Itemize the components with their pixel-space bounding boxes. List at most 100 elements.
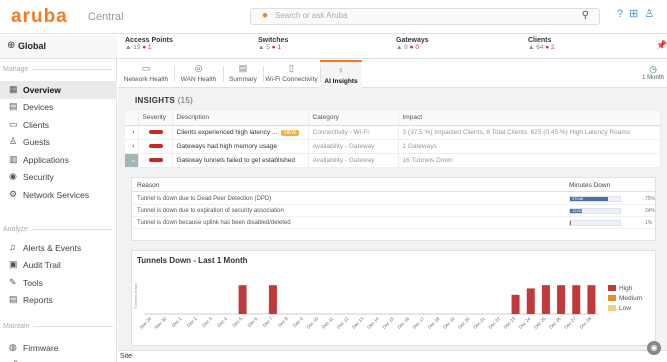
legend-swatch — [608, 285, 616, 292]
stat-gateways[interactable]: Gateways ▲ 8 ● 0 — [396, 37, 429, 51]
stat-counts: ▲ 64 ● 2 — [528, 44, 555, 51]
sidebar-item-overview[interactable]: ▦ Overview — [0, 81, 117, 99]
insight-row[interactable]: › Gateways had high memory usage Availabil… — [125, 139, 661, 154]
sidebar-item-applications[interactable]: ▥ Applications — [0, 151, 117, 169]
sidebar-item-audit-trail[interactable]: ▣ Audit Trail — [0, 256, 117, 274]
search-box[interactable]: ● Search or ask Aruba ⚲ — [250, 8, 600, 25]
insight-description[interactable]: Clients experienced high latency ... — [177, 129, 278, 136]
category-cell: Connectivity - Wi-Fi — [308, 125, 399, 140]
severity-high-indicator — [148, 129, 163, 134]
legend-item-high[interactable]: High — [608, 285, 642, 295]
chevron-right-icon[interactable]: › — [125, 139, 139, 154]
legend-label: Low — [619, 305, 631, 312]
tab-ai-insights[interactable]: ♀ AI Insights — [320, 60, 362, 88]
legend-item-low[interactable]: Low — [608, 305, 642, 315]
section-analyze: Analyze — [3, 226, 112, 233]
insight-description[interactable]: Gateway tunnels failed to get establishe… — [177, 157, 296, 164]
time-range-selector[interactable]: ◷ 1 Month — [641, 64, 665, 81]
column-header-impact[interactable]: Impact — [398, 111, 661, 126]
stat-label: Clients — [528, 37, 552, 44]
sidebar-item-security[interactable]: ◉ Security — [0, 168, 117, 186]
legend-item-medium[interactable]: Medium — [608, 295, 642, 305]
detail-column-minutes: Minutes Down — [569, 182, 611, 189]
minutes-down-fill: 15267 — [570, 208, 583, 213]
bar-high — [526, 288, 535, 314]
insight-description[interactable]: Gateways had high memory usage — [177, 143, 277, 150]
tab-wan-health[interactable]: ◎ WAN Health — [174, 60, 223, 88]
chevron-right-icon[interactable]: › — [125, 125, 139, 140]
device-stats-bar: Access Points ▲ 19 ● 1 Switches ▲ 5 ● 1 Gate… — [118, 35, 667, 59]
section-manage: Manage — [3, 66, 112, 73]
detail-column-reason: Reason — [137, 182, 160, 189]
column-header-severity[interactable]: Severity — [138, 111, 173, 126]
help-chat-icon[interactable]: ◉ — [647, 341, 661, 355]
tab-label: AI Insights — [324, 78, 358, 85]
sidebar-item-clients[interactable]: ▭ Clients — [0, 116, 117, 134]
column-header-description[interactable]: Description — [172, 111, 309, 126]
insight-row[interactable]: ⌄ Gateway tunnels failed to get establish… — [125, 153, 661, 168]
severity-high-indicator — [148, 143, 163, 148]
globe-icon: ⊕ — [7, 40, 16, 51]
minutes-down-bar: 15267 — [569, 208, 621, 214]
sidebar-item-tools[interactable]: ✎ Tools — [0, 274, 117, 292]
stat-switches[interactable]: Switches ▲ 5 ● 1 — [258, 37, 288, 51]
sidebar-item-label: Devices — [23, 102, 54, 112]
minutes-down-fill — [570, 221, 571, 225]
insights-header: INSIGHTS (15) — [135, 96, 193, 105]
tools-icon: ✎ — [9, 277, 17, 287]
pin-icon[interactable]: 📌 — [656, 40, 667, 51]
chevron-down-icon[interactable]: ⌄ — [125, 153, 139, 168]
aruba-logo[interactable]: aruba — [11, 6, 68, 28]
user-icon[interactable]: ♙ — [644, 8, 654, 20]
sidebar-item-devices[interactable]: ▤ Devices — [0, 98, 117, 116]
tab-wi-fi-connectivity[interactable]: ▯ Wi-Fi Connectivity — [263, 60, 320, 88]
x-tick-label: Dec 8 — [277, 316, 289, 328]
tab-network-health[interactable]: ▭ Network Health — [118, 60, 174, 88]
security-icon: ◉ — [9, 171, 17, 181]
insight-row[interactable]: › Clients experienced high latency ... NEW… — [125, 125, 661, 140]
expand-column-header — [125, 111, 139, 126]
search-input[interactable]: Search or ask Aruba — [275, 11, 347, 20]
minutes-down-bar — [569, 220, 621, 226]
x-tick-label: Dec 7 — [262, 316, 274, 328]
tab-summary[interactable]: ▤ Summary — [223, 60, 263, 88]
sidebar-item-alerts-events[interactable]: ♫ Alerts & Events — [0, 239, 117, 257]
x-tick-label: Dec 22 — [488, 316, 502, 330]
sidebar-item-label: Guests — [23, 137, 50, 147]
minutes-down-percent: 75% — [645, 196, 656, 202]
reason-text: Tunnel is down because uplink has been d… — [137, 220, 291, 226]
description-cell: Gateways had high memory usage — [172, 139, 309, 154]
stat-access-points[interactable]: Access Points ▲ 19 ● 1 — [125, 37, 173, 51]
site-label: Site — [120, 353, 133, 360]
x-tick-label: Dec 24 — [518, 316, 532, 330]
sidebar-item-label: Security — [23, 172, 54, 182]
sidebar-item-reports[interactable]: ▤ Reports — [0, 291, 117, 309]
x-tick-label: Dec 17 — [412, 316, 426, 330]
reason-text: Tunnel is down due to expiration of secu… — [137, 208, 284, 214]
reason-row: Tunnel is down due to expiration of secu… — [132, 205, 655, 217]
new-badge: NEW — [281, 129, 299, 136]
applications-icon: ▥ — [9, 154, 18, 164]
reason-text: Tunnel is down due to Dead Peer Detectio… — [137, 196, 272, 202]
severity-high-indicator — [148, 157, 163, 162]
legend-swatch — [608, 305, 616, 312]
stat-clients[interactable]: Clients ▲ 64 ● 2 — [528, 37, 555, 51]
context-selector[interactable]: ⊕ Global — [0, 35, 117, 59]
sidebar-item-network-services[interactable]: ⚙ Network Services — [0, 186, 117, 204]
stat-counts: ▲ 19 ● 1 — [125, 44, 173, 51]
stat-down-count: ● 2 — [545, 44, 555, 51]
sidebar-item-guests[interactable]: ♙ Guests — [0, 133, 117, 151]
search-icon[interactable]: ⚲ — [582, 10, 589, 21]
column-header-category[interactable]: Category — [308, 111, 399, 126]
sidebar-item-firmware[interactable]: ◍ Firmware — [0, 339, 117, 357]
insight-detail-panel: Reason Minutes Down Tunnel is down due t… — [131, 177, 656, 241]
apps-grid-icon[interactable]: ⊞ — [629, 8, 638, 20]
stat-up-count: ▲ 19 — [125, 44, 141, 51]
sidebar-item-organization[interactable]: ☍Organization — [0, 356, 117, 362]
help-icon[interactable]: ? — [617, 8, 623, 20]
stat-label: Access Points — [125, 37, 173, 44]
severity-cell — [138, 125, 173, 140]
x-tick-label: Dec 15 — [381, 316, 395, 330]
tab-divider — [320, 66, 321, 82]
bar-high — [557, 285, 566, 314]
